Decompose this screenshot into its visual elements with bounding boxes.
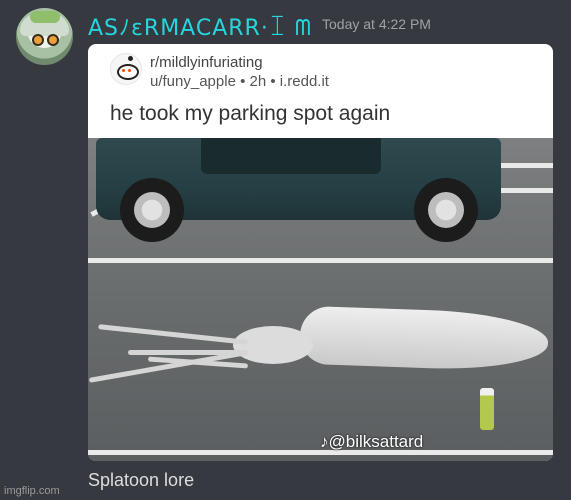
parking-line <box>493 188 553 193</box>
snoo-antenna <box>128 56 133 61</box>
squid-mantle <box>299 305 549 373</box>
squid-tentacle <box>128 350 248 355</box>
avatar-eye-left <box>32 34 44 46</box>
post-meta: u/funy_apple • 2h • i.redd.it <box>150 73 329 90</box>
message-timestamp: Today at 4:22 PM <box>322 16 431 32</box>
snoo-head <box>117 64 139 80</box>
reddit-snoo-icon <box>110 53 142 85</box>
wheel-hub <box>134 192 170 228</box>
subreddit-name: r/mildlyinfuriating <box>150 54 263 71</box>
avatar[interactable] <box>16 8 73 65</box>
green-tea-bottle <box>480 388 494 430</box>
snoo-eye <box>122 69 125 72</box>
imgflip-watermark: imgflip.com <box>4 485 60 497</box>
embedded-image[interactable]: r/mildlyinfuriating u/funy_apple • 2h • … <box>88 44 553 461</box>
message-text: Splatoon lore <box>88 470 195 490</box>
avatar-eye-right <box>47 34 59 46</box>
parking-line <box>88 258 553 263</box>
post-title: he took my parking spot again <box>110 102 391 125</box>
post-photo: ♪@bilksattard <box>88 138 553 461</box>
username[interactable]: ASﾉɛRMACARR·ꀤ ᗰ <box>88 10 312 42</box>
snoo-eye <box>128 69 131 72</box>
car-window <box>201 138 381 174</box>
car-wheel <box>414 178 478 242</box>
avatar-hat <box>30 11 60 23</box>
squid-head <box>233 326 313 364</box>
car-wheel <box>120 178 184 242</box>
tiktok-watermark: ♪@bilksattard <box>320 432 424 451</box>
wheel-hub <box>428 192 464 228</box>
squid-tentacle <box>98 324 248 345</box>
